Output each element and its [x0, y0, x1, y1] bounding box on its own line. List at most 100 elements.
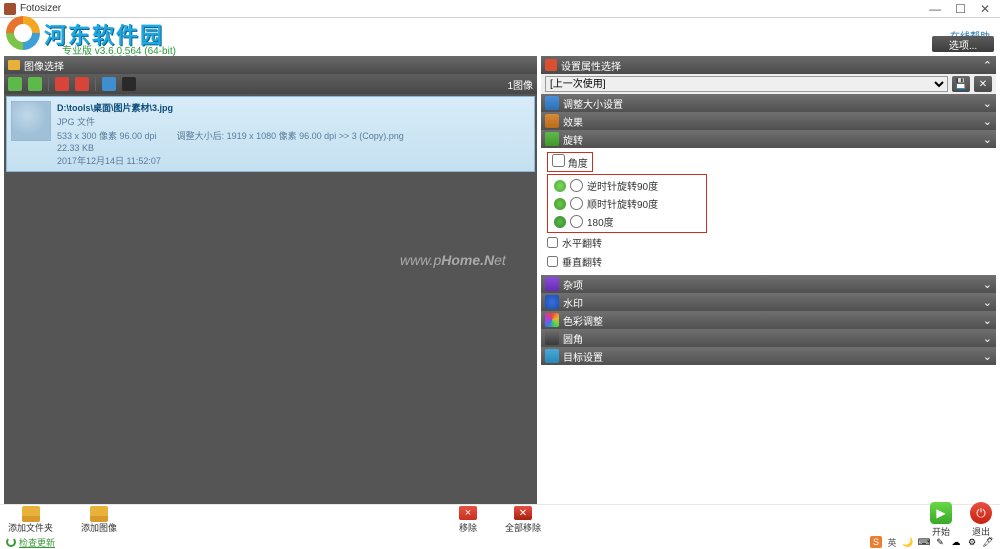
right-blank: [541, 365, 996, 504]
ime-icon[interactable]: S: [870, 536, 882, 548]
settings-header: 设置属性选择 ⌃: [541, 56, 996, 74]
tray-icon[interactable]: ⌨: [918, 536, 930, 548]
angle-checkbox[interactable]: [552, 154, 565, 167]
thumbnail: [11, 101, 51, 141]
remove-all-label: 全部移除: [505, 521, 541, 534]
section-dest[interactable]: 目标设置 ⌄: [541, 347, 996, 365]
app-icon: [4, 3, 16, 15]
settings-icon: [545, 59, 557, 71]
watermark-icon: [545, 295, 559, 309]
tray-icon[interactable]: ☁: [950, 536, 962, 548]
section-corner[interactable]: 圆角 ⌄: [541, 329, 996, 347]
collapse-all-icon[interactable]: ⌃: [983, 59, 992, 72]
section-watermark[interactable]: 水印 ⌄: [541, 293, 996, 311]
expand-icon: ⌄: [983, 332, 992, 345]
toolbar-separator: [48, 77, 49, 91]
tray-icon[interactable]: ✎: [934, 536, 946, 548]
expand-icon: ⌄: [983, 350, 992, 363]
image-list: D:\tools\桌面\图片素材\3.jpg JPG 文件 533 x 300 …: [4, 94, 537, 504]
rotate-ccw-icon: [554, 180, 566, 192]
remove-all-button[interactable]: 全部移除: [505, 506, 541, 534]
item-dims: 533 x 300 像素 96.00 dpi: [57, 129, 157, 142]
effects-icon: [545, 114, 559, 128]
exit-button[interactable]: ⏻ 退出: [970, 502, 992, 538]
remove-all-icon[interactable]: [75, 77, 89, 91]
color-icon: [545, 313, 559, 327]
section-misc[interactable]: 杂项 ⌄: [541, 275, 996, 293]
misc-icon: [545, 277, 559, 291]
rotate-180-radio[interactable]: [570, 215, 583, 228]
section-label: 色彩调整: [563, 313, 603, 328]
profile-save-button[interactable]: 💾: [952, 76, 970, 92]
system-tray: S 英 🌙 ⌨ ✎ ☁ ⚙ 🖊: [870, 536, 994, 548]
expand-icon: ⌄: [983, 115, 992, 128]
add-files-button[interactable]: 添加文件夹: [8, 506, 53, 534]
add-file-icon[interactable]: [8, 77, 22, 91]
profile-delete-button[interactable]: ✕: [974, 76, 992, 92]
ime-lang[interactable]: 英: [886, 536, 898, 548]
item-type: JPG 文件: [57, 115, 404, 128]
rotate-180-icon: [554, 216, 566, 228]
section-label: 杂项: [563, 277, 583, 292]
section-label: 目标设置: [563, 349, 603, 364]
view-thumb-icon[interactable]: [122, 77, 136, 91]
rotate-panel: 角度 逆时针旋转90度 顺时针旋转90度 180度: [541, 148, 996, 275]
image-toolbar: 1图像: [4, 74, 537, 94]
rotate-cw-label: 顺时针旋转90度: [587, 196, 658, 211]
start-button[interactable]: ▶ 开始: [930, 502, 952, 538]
section-label: 圆角: [563, 331, 583, 346]
rotate-cw-radio[interactable]: [570, 197, 583, 210]
add-images-button[interactable]: 添加图像: [81, 506, 117, 534]
item-size: 22.33 KB: [57, 143, 404, 153]
image-item[interactable]: D:\tools\桌面\图片素材\3.jpg JPG 文件 533 x 300 …: [6, 96, 535, 172]
section-rotate[interactable]: 旋转 ⌄: [541, 130, 996, 148]
image-count: 1图像: [507, 77, 533, 92]
update-icon: [6, 537, 16, 547]
resize-label: 调整大小后:: [177, 131, 225, 141]
section-label: 旋转: [563, 132, 583, 147]
flip-h-label: 水平翻转: [562, 235, 602, 250]
rotate-cw-icon: [554, 198, 566, 210]
play-icon: ▶: [930, 502, 952, 524]
resize-icon: [545, 96, 559, 110]
profile-select[interactable]: [上一次使用]: [545, 76, 948, 92]
settings-title: 设置属性选择: [561, 58, 621, 73]
check-update-link[interactable]: 检查更新: [19, 536, 55, 549]
window-title: Fotosizer: [20, 3, 61, 14]
expand-icon: ⌄: [983, 278, 992, 291]
remove-icon: [459, 506, 477, 520]
flip-h-checkbox[interactable]: [547, 237, 558, 248]
item-path: D:\tools\桌面\图片素材\3.jpg: [57, 101, 404, 114]
expand-icon: ⌄: [983, 133, 992, 146]
toolbar-separator: [95, 77, 96, 91]
section-label: 水印: [563, 295, 583, 310]
tray-icon[interactable]: 🖊: [982, 536, 994, 548]
flip-v-checkbox[interactable]: [547, 256, 558, 267]
remove-all-icon: [514, 506, 532, 520]
add-folder-icon[interactable]: [28, 77, 42, 91]
folder-icon: [22, 506, 40, 520]
remove-icon[interactable]: [55, 77, 69, 91]
item-date: 2017年12月14日 11:52:07: [57, 154, 404, 167]
close-button[interactable]: ✕: [980, 2, 990, 16]
dest-icon: [545, 349, 559, 363]
rotate-ccw-radio[interactable]: [570, 179, 583, 192]
remove-button[interactable]: 移除: [459, 506, 477, 534]
view-list-icon[interactable]: [102, 77, 116, 91]
folder-icon: [8, 60, 20, 70]
tray-icon[interactable]: 🌙: [902, 536, 914, 548]
flip-v-label: 垂直翻转: [562, 254, 602, 269]
section-effects[interactable]: 效果 ⌄: [541, 112, 996, 130]
section-color[interactable]: 色彩调整 ⌄: [541, 311, 996, 329]
maximize-button[interactable]: ☐: [955, 2, 966, 16]
options-button[interactable]: 选项...: [932, 36, 994, 52]
add-files-label: 添加文件夹: [8, 521, 53, 534]
tray-icon[interactable]: ⚙: [966, 536, 978, 548]
minimize-button[interactable]: —: [929, 2, 941, 16]
remove-label: 移除: [459, 521, 477, 534]
corner-icon: [545, 331, 559, 345]
image-select-header: 图像选择: [4, 56, 537, 74]
image-select-title: 图像选择: [24, 58, 64, 73]
section-resize[interactable]: 调整大小设置 ⌄: [541, 94, 996, 112]
folder-multi-icon: [90, 506, 108, 520]
